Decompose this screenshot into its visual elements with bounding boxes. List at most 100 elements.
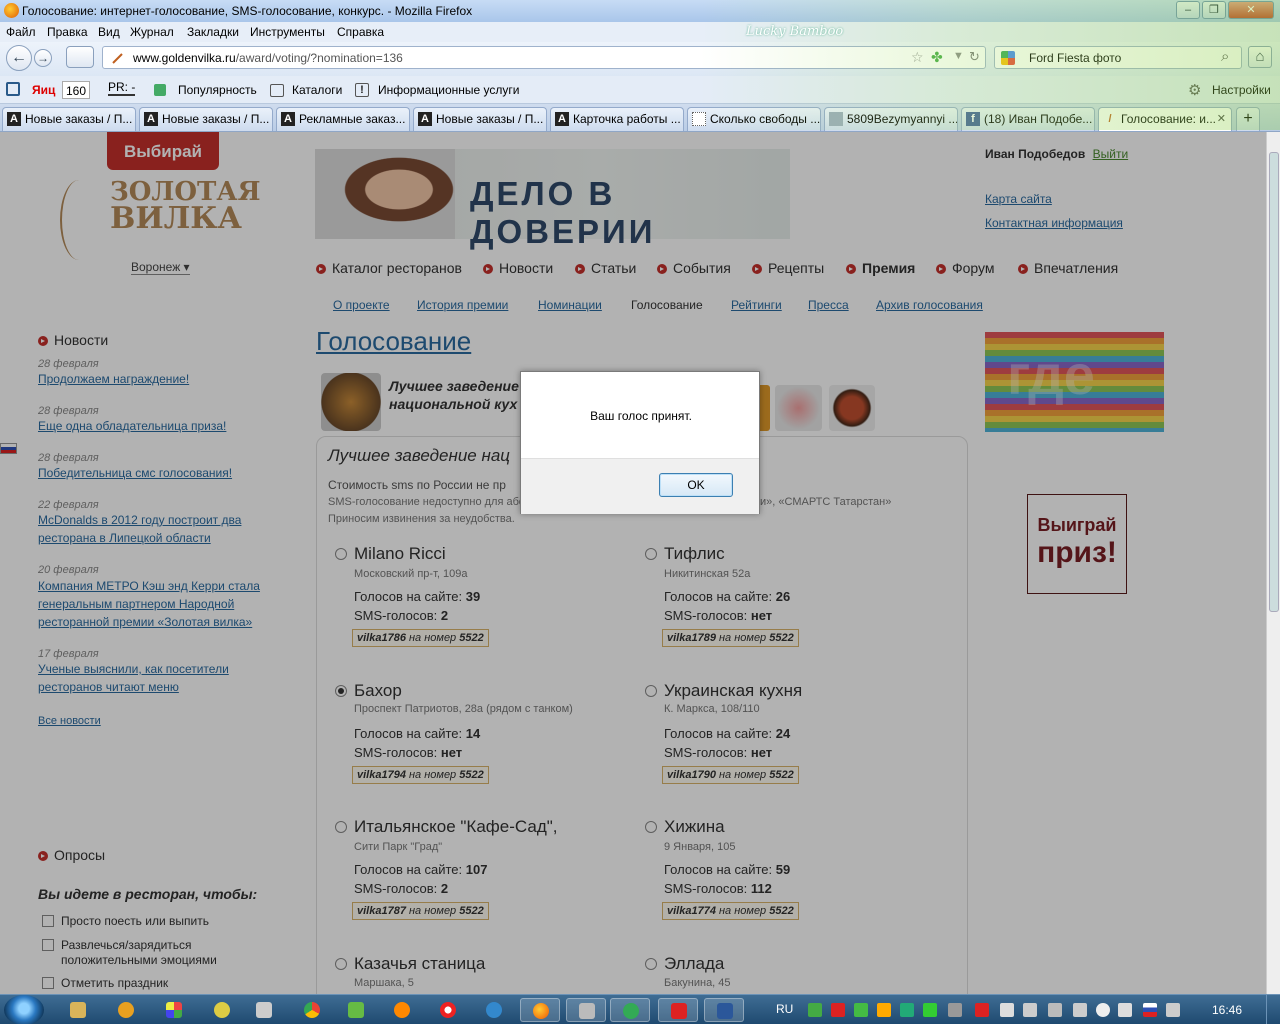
- menu-file[interactable]: Файл: [6, 25, 36, 39]
- tab-fork-icon: /: [1108, 113, 1112, 125]
- chrome-icon: [304, 1002, 320, 1018]
- clover-icon[interactable]: ✤: [931, 49, 943, 66]
- tab-8[interactable]: f (18) Иван Подобе...: [961, 107, 1095, 131]
- tray-icon[interactable]: [975, 1003, 989, 1017]
- language-indicator[interactable]: RU: [776, 1002, 793, 1016]
- taskbar-firefox[interactable]: [520, 998, 560, 1022]
- tab-5[interactable]: A Карточка работы ...: [550, 107, 684, 131]
- tab-label: Сколько свободы ...: [710, 112, 821, 126]
- back-button[interactable]: ←: [6, 45, 32, 71]
- stats-icon[interactable]: [154, 84, 166, 96]
- taskbar-app[interactable]: [202, 998, 242, 1022]
- taskbar-app[interactable]: [566, 998, 606, 1022]
- volume-icon[interactable]: [1118, 1003, 1132, 1017]
- menu-edit[interactable]: Правка: [47, 25, 88, 39]
- gear-icon[interactable]: ⚙: [1188, 81, 1201, 99]
- dropdown-arrow-icon[interactable]: ▼: [953, 50, 964, 62]
- theme-label: Lucky Bamboo: [746, 24, 844, 39]
- panel-icon[interactable]: [6, 82, 20, 96]
- app-icon: [623, 1003, 639, 1019]
- popularity-menu[interactable]: Популярность: [178, 83, 257, 97]
- taskbar-app[interactable]: [658, 998, 698, 1022]
- search-input[interactable]: Ford Fiesta фото: [1029, 51, 1121, 65]
- menu-history[interactable]: Журнал: [130, 25, 174, 39]
- windows-taskbar: RU 16:46: [0, 994, 1280, 1024]
- info-services-menu[interactable]: Информационные услуги: [378, 83, 519, 97]
- window-title: Голосование: интернет-голосование, SMS-г…: [22, 4, 473, 18]
- url-bar[interactable]: www.goldenvilka.ru/award/voting/?nominat…: [102, 46, 986, 69]
- app-icon: [579, 1003, 595, 1019]
- taskbar-explorer[interactable]: [58, 998, 98, 1022]
- tab-7[interactable]: 5809Bezymyannyi ...: [824, 107, 958, 131]
- close-window-button[interactable]: ✕: [1228, 1, 1274, 19]
- catalogs-menu[interactable]: Каталоги: [292, 83, 342, 97]
- tab-image-icon: [829, 112, 843, 126]
- taskbar-word[interactable]: [704, 998, 744, 1022]
- tray-icon[interactable]: [1048, 1003, 1062, 1017]
- tray-icon[interactable]: [948, 1003, 962, 1017]
- reload-icon[interactable]: ↻: [969, 49, 980, 65]
- menu-bookmarks[interactable]: Закладки: [187, 25, 239, 39]
- tab-label: Новые заказы / П...: [25, 112, 133, 126]
- ok-button[interactable]: OK: [659, 473, 733, 497]
- tray-icon[interactable]: [1000, 1003, 1014, 1017]
- minimize-button[interactable]: ‒: [1176, 1, 1200, 19]
- network-icon[interactable]: [1166, 1003, 1180, 1017]
- tray-icon[interactable]: [1023, 1003, 1037, 1017]
- taskbar-app[interactable]: [610, 998, 650, 1022]
- taskbar-app[interactable]: [154, 998, 194, 1022]
- app-icon: [671, 1003, 687, 1019]
- tab-6[interactable]: Сколько свободы ...: [687, 107, 821, 131]
- maximize-button[interactable]: ❐: [1202, 1, 1226, 19]
- bookmark-star-icon[interactable]: ☆: [911, 49, 924, 66]
- tab-4[interactable]: A Новые заказы / П...: [413, 107, 547, 131]
- tray-icon[interactable]: [923, 1003, 937, 1017]
- tray-icon[interactable]: [900, 1003, 914, 1017]
- forward-button[interactable]: →: [34, 49, 52, 67]
- menu-bar: Файл Правка Вид Журнал Закладки Инструме…: [0, 22, 1280, 42]
- tab-2[interactable]: A Новые заказы / П...: [139, 107, 273, 131]
- tray-icon[interactable]: [877, 1003, 891, 1017]
- taskbar-app[interactable]: [474, 998, 514, 1022]
- search-icon[interactable]: ⌕: [1221, 48, 1229, 65]
- settings-menu[interactable]: Настройки: [1212, 83, 1271, 97]
- tab-1[interactable]: A Новые заказы / П...: [2, 107, 136, 131]
- yandex-tic-value: 160: [62, 81, 90, 99]
- tab-3[interactable]: A Рекламные заказ...: [276, 107, 410, 131]
- start-button[interactable]: [4, 995, 44, 1024]
- tray-icon[interactable]: [1096, 1003, 1110, 1017]
- scrollbar-thumb[interactable]: [1269, 152, 1279, 612]
- taskbar-app[interactable]: [106, 998, 146, 1022]
- tray-icon[interactable]: [1073, 1003, 1087, 1017]
- new-tab-button[interactable]: +: [1236, 107, 1260, 131]
- page-scrollbar[interactable]: [1266, 132, 1280, 994]
- tab-label: Карточка работы ...: [573, 112, 681, 126]
- dialog-footer: OK: [521, 458, 759, 514]
- home-button[interactable]: ⌂: [1248, 46, 1272, 68]
- tab-favicon-icon: A: [555, 112, 569, 126]
- taskbar-app[interactable]: [244, 998, 284, 1022]
- app-icon: [348, 1002, 364, 1018]
- google-icon: [1001, 51, 1015, 65]
- taskbar-chrome[interactable]: [292, 998, 332, 1022]
- modal-overlay: [0, 132, 1266, 994]
- tray-icon[interactable]: [854, 1003, 868, 1017]
- tray-icon[interactable]: [831, 1003, 845, 1017]
- taskbar-app[interactable]: [336, 998, 376, 1022]
- menu-tools[interactable]: Инструменты: [250, 25, 325, 39]
- menu-view[interactable]: Вид: [98, 25, 120, 39]
- close-tab-icon[interactable]: ✕: [1217, 112, 1226, 125]
- taskbar-opera[interactable]: [428, 998, 468, 1022]
- tray-icon[interactable]: [808, 1003, 822, 1017]
- tab-active-voting[interactable]: / Голосование: и... ✕: [1098, 107, 1232, 131]
- system-clock[interactable]: 16:46: [1212, 1003, 1242, 1017]
- app-icon: [486, 1002, 502, 1018]
- search-box[interactable]: Ford Fiesta фото ⌕: [994, 46, 1242, 69]
- taskbar-app[interactable]: [382, 998, 422, 1022]
- menu-help[interactable]: Справка: [337, 25, 384, 39]
- tab-favicon-icon: A: [144, 112, 158, 126]
- identity-button[interactable]: [66, 46, 94, 68]
- language-flag-icon[interactable]: [1143, 1003, 1157, 1017]
- show-desktop-button[interactable]: [1266, 995, 1280, 1024]
- firefox-icon: [4, 3, 19, 18]
